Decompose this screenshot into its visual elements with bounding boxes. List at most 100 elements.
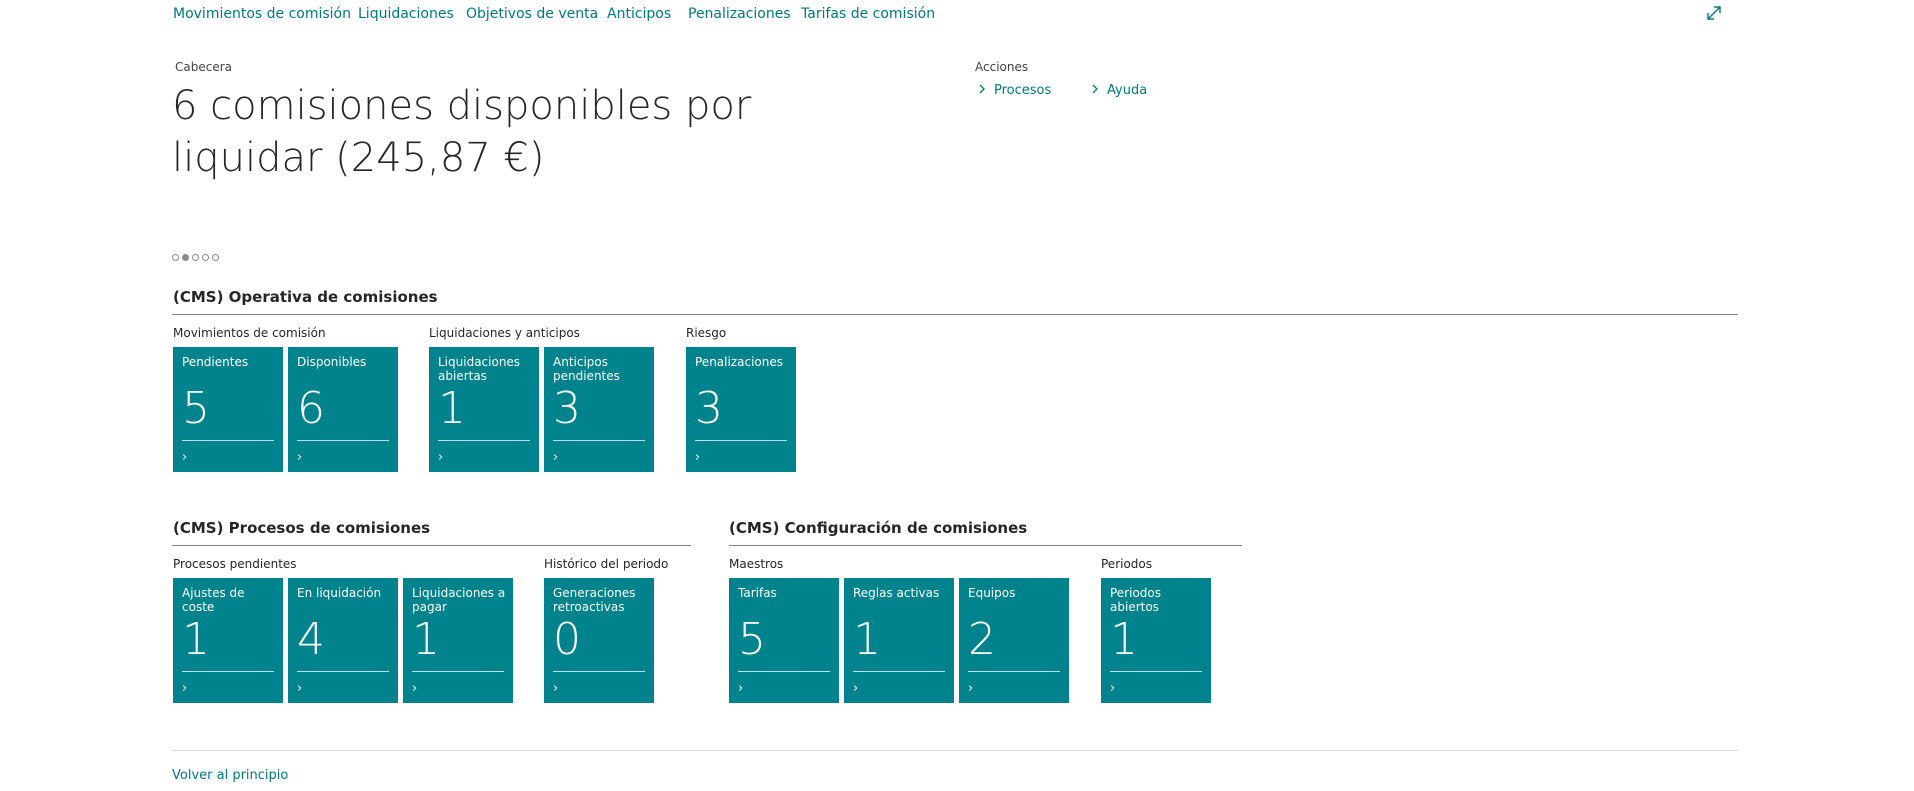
- tile-periodos-abiertos[interactable]: Periodos abiertos 1 ›: [1101, 578, 1211, 703]
- tile-value: 5: [738, 614, 766, 665]
- tile-value: 1: [438, 383, 466, 434]
- tile-anticipos-pendientes[interactable]: Anticipos pendientes 3 ›: [544, 347, 654, 472]
- tile-value: 2: [968, 614, 996, 665]
- tile-en-liquidacion[interactable]: En liquidación 4 ›: [288, 578, 398, 703]
- tile-label: Disponibles: [297, 355, 367, 369]
- chevron-right-icon: ›: [412, 681, 418, 696]
- tile-divider: [297, 671, 389, 672]
- section-divider: [172, 314, 1738, 315]
- tile-label: Liquidaciones a pagar: [412, 586, 506, 614]
- tile-label: Equipos: [968, 586, 1016, 600]
- nav-link-liquidaciones[interactable]: Liquidaciones: [358, 6, 454, 22]
- tile-value: 0: [553, 614, 581, 665]
- headline-line-1: 6 comisiones disponibles por: [172, 83, 752, 129]
- tile-label: Tarifas: [738, 586, 777, 600]
- tile-value: 6: [297, 383, 325, 434]
- tile-divider: [968, 671, 1060, 672]
- section-divider: [172, 545, 691, 546]
- expand-icon[interactable]: [1705, 4, 1723, 22]
- action-ayuda[interactable]: Ayuda: [1091, 83, 1147, 98]
- carousel-dot-4[interactable]: [202, 254, 209, 261]
- tile-label: Reglas activas: [853, 586, 940, 600]
- tile-divider: [553, 440, 645, 441]
- tile-divider: [412, 671, 504, 672]
- chevron-right-icon: ›: [738, 681, 744, 696]
- tile-liquidaciones-pagar[interactable]: Liquidaciones a pagar 1 ›: [403, 578, 513, 703]
- tile-divider: [182, 671, 274, 672]
- actions-caption: Acciones: [975, 60, 1029, 74]
- chevron-right-icon: ›: [297, 450, 303, 465]
- nav-link-anticipos[interactable]: Anticipos: [607, 6, 671, 22]
- tile-divider: [695, 440, 787, 441]
- tile-liquidaciones-abiertas[interactable]: Liquidaciones abiertas 1 ›: [429, 347, 539, 472]
- action-label: Procesos: [994, 83, 1052, 98]
- chevron-right-icon: ›: [968, 681, 974, 696]
- tile-reglas-activas[interactable]: Reglas activas 1 ›: [844, 578, 954, 703]
- carousel-dot-1[interactable]: [172, 254, 179, 261]
- section-title-operativa: (CMS) Operativa de comisiones: [173, 288, 438, 306]
- action-label: Ayuda: [1107, 83, 1148, 98]
- chevron-right-icon: ›: [182, 450, 188, 465]
- tile-value: 1: [412, 614, 440, 665]
- tile-value: 5: [182, 383, 210, 434]
- chevron-right-icon: ›: [1110, 681, 1116, 696]
- group-title: Riesgo: [686, 326, 727, 340]
- tile-label: Pendientes: [182, 355, 249, 369]
- tile-label: Ajustes de coste: [182, 586, 245, 614]
- group-title: Liquidaciones y anticipos: [429, 326, 580, 340]
- tile-penalizaciones[interactable]: Penalizaciones 3 ›: [686, 347, 796, 472]
- header-caption: Cabecera: [175, 60, 232, 74]
- section-divider: [729, 545, 1242, 546]
- nav-link-tarifas[interactable]: Tarifas de comisión: [801, 6, 935, 22]
- tile-label: Anticipos pendientes: [553, 355, 620, 383]
- tile-divider: [1110, 671, 1202, 672]
- tile-divider: [182, 440, 274, 441]
- group-title: Procesos pendientes: [173, 557, 297, 571]
- back-to-top-link[interactable]: Volver al principio: [172, 768, 288, 783]
- footer-divider: [172, 750, 1738, 751]
- tile-divider: [297, 440, 389, 441]
- action-procesos[interactable]: Procesos: [978, 83, 1051, 98]
- tile-value: 1: [182, 614, 210, 665]
- tile-label: Periodos abiertos: [1110, 586, 1162, 614]
- chevron-right-icon: ›: [553, 450, 559, 465]
- chevron-right-icon: ›: [297, 681, 303, 696]
- section-title-configuracion: (CMS) Configuración de comisiones: [729, 519, 1028, 537]
- nav-link-penalizaciones[interactable]: Penalizaciones: [688, 6, 791, 22]
- tile-divider: [438, 440, 530, 441]
- group-title: Movimientos de comisión: [173, 326, 326, 340]
- chevron-right-icon: ›: [553, 681, 559, 696]
- headline-line-2: liquidar (245,87 €): [172, 135, 545, 181]
- tile-value: 3: [553, 383, 581, 434]
- chevron-right-icon: ›: [438, 450, 444, 465]
- tile-ajustes-coste[interactable]: Ajustes de coste 1 ›: [173, 578, 283, 703]
- carousel-dots: [172, 254, 219, 261]
- section-title-procesos: (CMS) Procesos de comisiones: [173, 519, 431, 537]
- tile-equipos[interactable]: Equipos 2 ›: [959, 578, 1069, 703]
- carousel-dot-2[interactable]: [182, 254, 189, 261]
- tile-divider: [738, 671, 830, 672]
- chevron-right-icon: ›: [853, 681, 859, 696]
- group-title: Maestros: [729, 557, 784, 571]
- tile-divider: [553, 671, 645, 672]
- tile-value: 4: [297, 614, 325, 665]
- group-title: Histórico del periodo: [544, 557, 669, 571]
- carousel-dot-5[interactable]: [212, 254, 219, 261]
- group-title: Periodos: [1101, 557, 1153, 571]
- tile-generaciones-retroactivas[interactable]: Generaciones retroactivas 0 ›: [544, 578, 654, 703]
- nav-link-movimientos[interactable]: Movimientos de comisión: [173, 6, 351, 22]
- tile-value: 1: [853, 614, 881, 665]
- chevron-right-icon: ›: [695, 450, 701, 465]
- chevron-right-icon: [978, 83, 990, 98]
- chevron-right-icon: [1091, 83, 1103, 98]
- nav-link-objetivos[interactable]: Objetivos de venta: [466, 6, 598, 22]
- carousel-dot-3[interactable]: [192, 254, 199, 261]
- tile-label: Liquidaciones abiertas: [438, 355, 521, 383]
- tile-label: En liquidación: [297, 586, 382, 600]
- tile-value: 3: [695, 383, 723, 434]
- page-title: 6 comisiones disponibles por liquidar (2…: [172, 80, 892, 184]
- tile-tarifas[interactable]: Tarifas 5 ›: [729, 578, 839, 703]
- tile-disponibles[interactable]: Disponibles 6 ›: [288, 347, 398, 472]
- tile-label: Penalizaciones: [695, 355, 783, 369]
- tile-pendientes[interactable]: Pendientes 5 ›: [173, 347, 283, 472]
